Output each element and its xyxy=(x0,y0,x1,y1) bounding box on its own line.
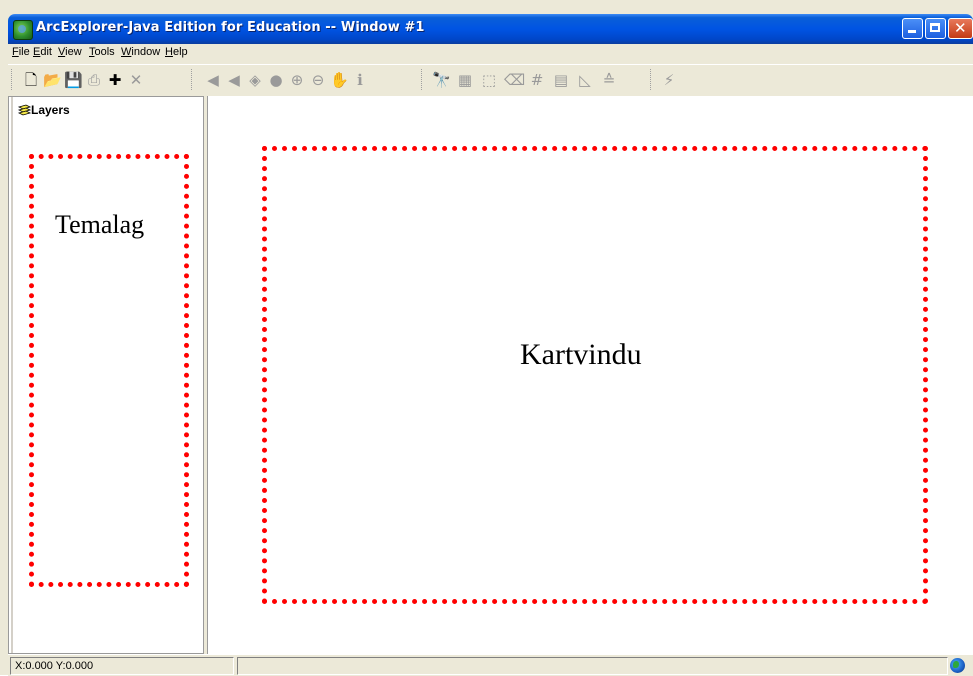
toolbar-separator xyxy=(421,69,424,90)
zoom-next-icon[interactable]: ◀ xyxy=(225,71,243,89)
minimize-button[interactable] xyxy=(902,18,923,39)
clear-selection-icon[interactable]: ⌫ xyxy=(504,71,525,89)
menu-view[interactable]: View xyxy=(58,46,82,58)
maximize-button[interactable] xyxy=(925,18,946,39)
menu-file[interactable]: File xyxy=(12,46,30,58)
select-features-icon[interactable]: ▦ xyxy=(456,71,474,89)
zoom-full-extent-icon[interactable]: ◈ xyxy=(246,71,264,89)
menu-bar: File Edit View Tools Window Help xyxy=(8,44,973,63)
zoom-layer-icon[interactable]: ● xyxy=(267,71,285,89)
open-folder-icon[interactable]: 📂 xyxy=(43,71,62,89)
toolbar: 🗋 📂 💾 ⎙ ✚ ✕ ◀ ◀ ◈ ● ⊕ ⊖ ✋ ℹ 🔭 ▦ ⬚ ⌫ # ▤ ◺ ≙ ⚡ xyxy=(8,64,973,95)
menu-window[interactable]: Window xyxy=(121,46,160,58)
status-message-cell xyxy=(237,657,948,675)
toolbar-grip[interactable] xyxy=(11,69,14,90)
attribute-table-icon[interactable]: ▤ xyxy=(552,71,570,89)
status-bar: X:0.000 Y:0.000 xyxy=(8,654,973,676)
remove-layer-icon[interactable]: ✕ xyxy=(127,71,145,89)
measure-icon[interactable]: ◺ xyxy=(576,71,594,89)
layers-header: Layers xyxy=(31,103,70,117)
query-builder-icon[interactable]: # xyxy=(528,71,546,89)
layers-icon xyxy=(17,104,31,116)
save-icon[interactable]: 💾 xyxy=(64,71,83,89)
toolbar-separator xyxy=(191,69,194,90)
annotation-frame-map xyxy=(262,146,928,604)
identify-icon[interactable]: ℹ xyxy=(351,71,369,89)
status-coordinates-cell: X:0.000 Y:0.000 xyxy=(10,657,234,675)
hotlink-icon[interactable]: ⚡ xyxy=(660,71,678,89)
title-bar[interactable]: ArcExplorer-Java Edition for Education -… xyxy=(8,14,973,44)
buffer-icon[interactable]: ≙ xyxy=(600,71,618,89)
arcexplorer-app-icon[interactable] xyxy=(13,20,33,40)
annotation-label-kartvindu: Kartvindu xyxy=(520,338,642,371)
new-icon[interactable]: 🗋 xyxy=(22,71,40,89)
coordinates-readout: X:0.000 Y:0.000 xyxy=(15,660,94,672)
select-box-icon[interactable]: ⬚ xyxy=(480,71,498,89)
zoom-out-icon[interactable]: ⊖ xyxy=(309,71,327,89)
window-title: ArcExplorer-Java Edition for Education -… xyxy=(36,20,425,35)
pan-icon[interactable]: ✋ xyxy=(330,71,349,89)
annotation-label-temalag: Temalag xyxy=(55,210,145,239)
panel-edge xyxy=(11,97,13,653)
application-window: ArcExplorer-Java Edition for Education -… xyxy=(0,0,973,676)
globe-icon[interactable] xyxy=(950,658,965,673)
zoom-in-icon[interactable]: ⊕ xyxy=(288,71,306,89)
find-icon[interactable]: 🔭 xyxy=(432,71,451,89)
add-layer-icon[interactable]: ✚ xyxy=(106,71,124,89)
toolbar-separator xyxy=(650,69,653,90)
menu-tools[interactable]: Tools xyxy=(89,46,115,58)
print-icon[interactable]: ⎙ xyxy=(85,71,103,89)
close-button[interactable] xyxy=(948,18,973,39)
menu-edit[interactable]: Edit xyxy=(33,46,52,58)
zoom-previous-icon[interactable]: ◀ xyxy=(204,71,222,89)
menu-help[interactable]: Help xyxy=(165,46,188,58)
